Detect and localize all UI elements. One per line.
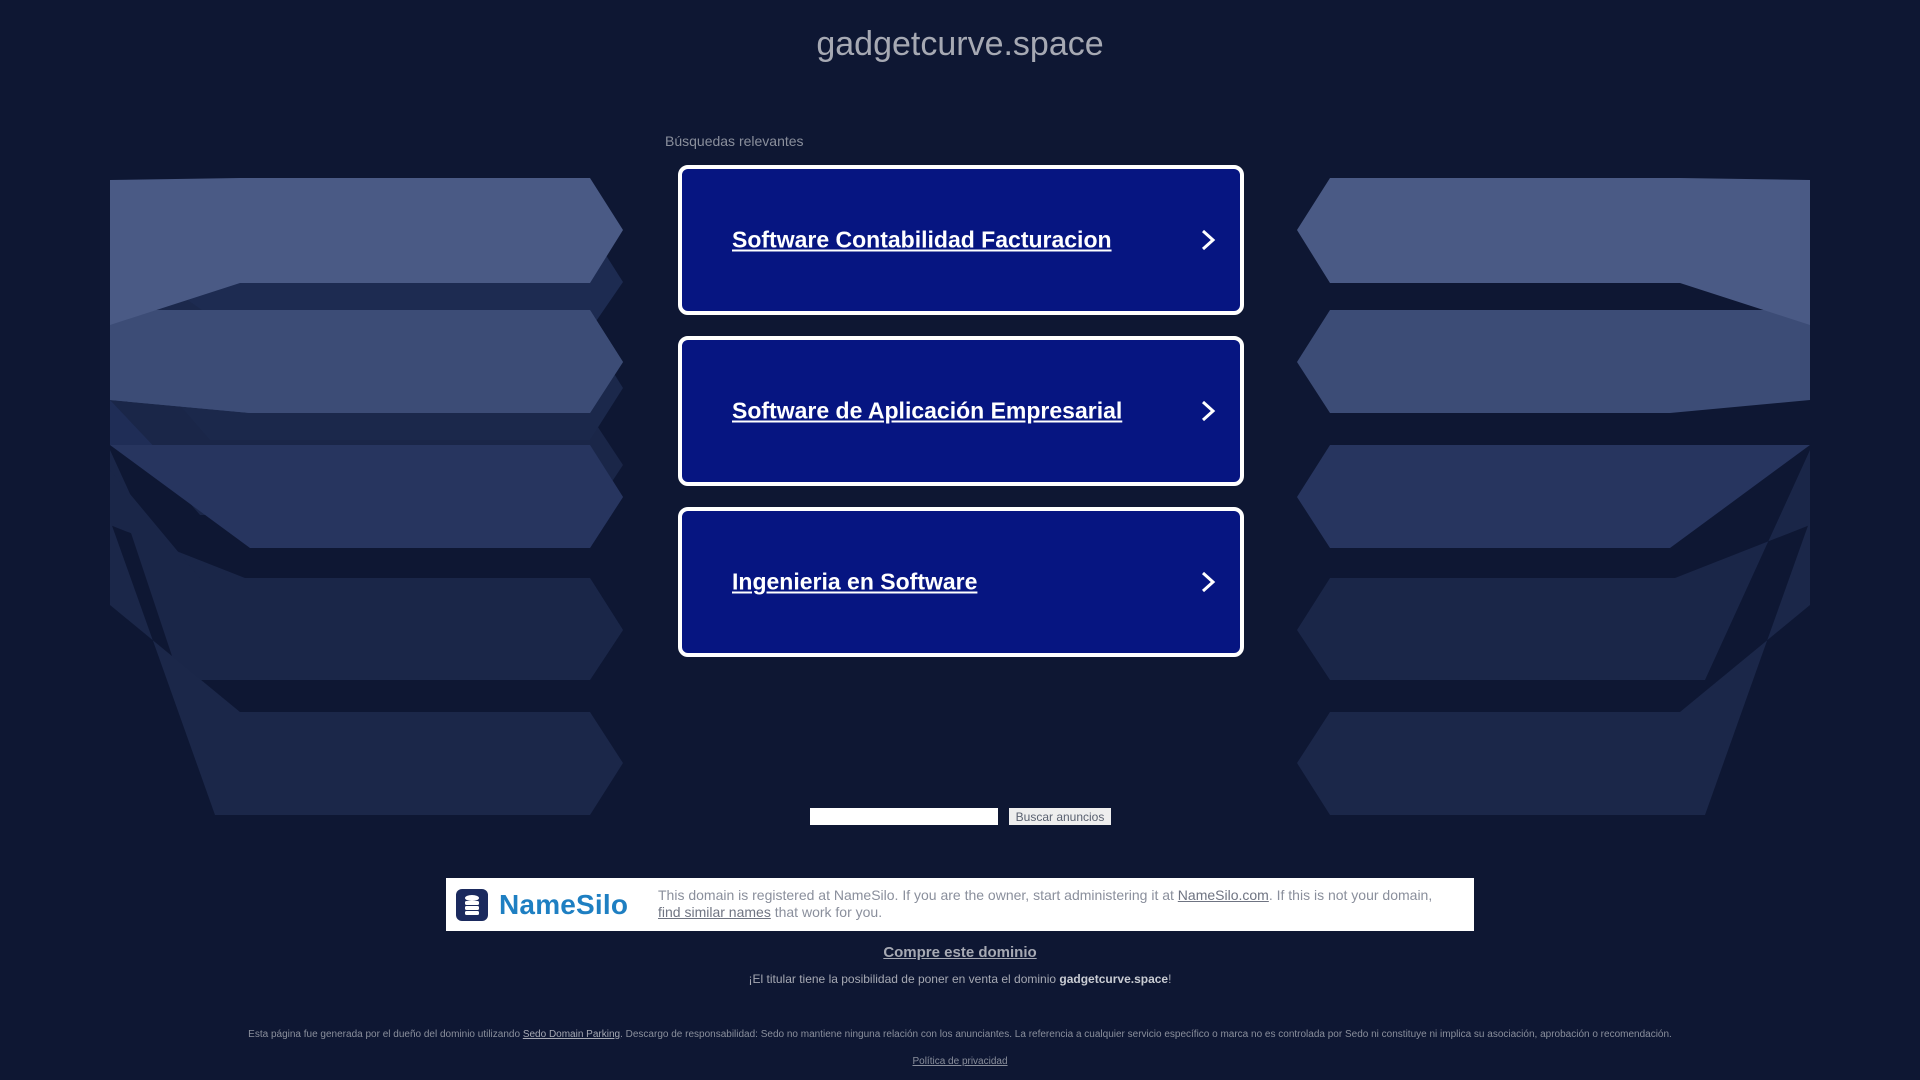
ad-search-input[interactable] bbox=[810, 808, 998, 825]
registrar-text-part: that work for you. bbox=[770, 904, 883, 920]
disclaimer: Esta página fue generada por el dueño de… bbox=[0, 1029, 1920, 1040]
parking-page: gadgetcurve.space Búsquedas relevantes S… bbox=[0, 0, 1920, 1080]
chevron-right-icon bbox=[1201, 571, 1216, 593]
ad-link-1[interactable]: Software Contabilidad Facturacion bbox=[678, 165, 1244, 315]
chevron-right-icon bbox=[1201, 229, 1216, 251]
relevant-searches-label: Búsquedas relevantes bbox=[665, 133, 804, 149]
registrar-message: This domain is registered at NameSilo. I… bbox=[658, 887, 1458, 921]
logo-text: NameSilo bbox=[499, 889, 629, 920]
registrar-banner: NameSilo This domain is registered at Na… bbox=[446, 878, 1474, 931]
note-domain: gadgetcurve.space bbox=[1059, 972, 1169, 986]
owner-sale-note: ¡El titular tiene la posibilidad de pone… bbox=[0, 972, 1920, 986]
registrar-text-part: This domain is registered at NameSilo. I… bbox=[658, 887, 1178, 903]
database-icon bbox=[456, 889, 488, 921]
note-text: ! bbox=[1168, 972, 1172, 986]
search-ads-button[interactable]: Buscar anuncios bbox=[1009, 808, 1111, 825]
right-stripes bbox=[1297, 160, 1810, 815]
left-stripes bbox=[110, 160, 623, 815]
buy-domain-section: Compre este dominio bbox=[0, 944, 1920, 961]
find-similar-link[interactable]: find similar names bbox=[658, 904, 771, 920]
disclaimer-text: Esta página fue generada por el dueño de… bbox=[248, 1029, 523, 1040]
namesilo-link[interactable]: NameSilo.com bbox=[1178, 887, 1269, 903]
chevron-right-icon bbox=[1201, 400, 1216, 422]
privacy-policy-link[interactable]: Política de privacidad bbox=[912, 1056, 1007, 1067]
namesilo-logo[interactable]: NameSilo bbox=[456, 889, 628, 921]
domain-title: gadgetcurve.space bbox=[816, 25, 1104, 63]
sedo-parking-link[interactable]: Sedo Domain Parking bbox=[523, 1029, 620, 1040]
note-text: ¡El titular tiene la posibilidad de pone… bbox=[748, 972, 1060, 986]
registrar-text-part: . If this is not your domain, bbox=[1268, 887, 1433, 903]
ad-link-2[interactable]: Software de Aplicación Empresarial bbox=[678, 336, 1244, 486]
ad-link-label[interactable]: Ingenieria en Software bbox=[732, 569, 977, 596]
ad-link-label[interactable]: Software Contabilidad Facturacion bbox=[732, 227, 1112, 254]
disclaimer-text: . Descargo de responsabilidad: Sedo no m… bbox=[620, 1029, 1672, 1040]
ad-link-label[interactable]: Software de Aplicación Empresarial bbox=[732, 398, 1122, 425]
ad-link-3[interactable]: Ingenieria en Software bbox=[678, 507, 1244, 657]
buy-domain-link[interactable]: Compre este dominio bbox=[883, 944, 1036, 961]
privacy-section: Política de privacidad bbox=[0, 1056, 1920, 1067]
